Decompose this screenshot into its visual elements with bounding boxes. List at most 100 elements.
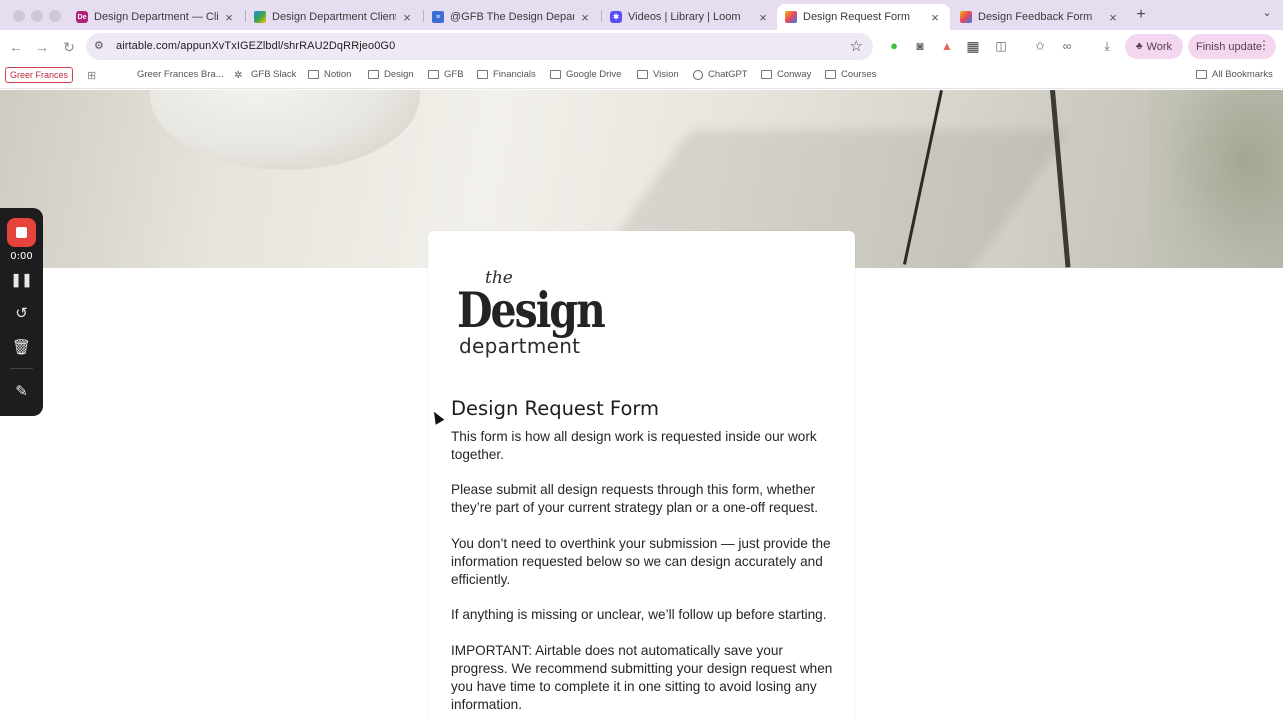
close-window-dot[interactable] <box>13 10 25 22</box>
bookmark-greer-frances-brand[interactable]: MGreer Frances Bra... <box>120 69 585 348</box>
folder-icon <box>477 70 488 79</box>
stop-recording-button[interactable] <box>7 218 36 247</box>
reading-list-icon[interactable]: ✩ <box>1033 39 1047 53</box>
bookmark-vision[interactable]: Vision <box>637 69 679 80</box>
close-icon[interactable]: × <box>578 10 592 25</box>
tab-loom-library[interactable]: ✱ Videos | Library | Loom × <box>602 4 778 30</box>
new-tab-icon[interactable]: + <box>1131 5 1151 25</box>
form-title: Design Request Form <box>451 397 660 420</box>
folder-icon <box>825 70 836 79</box>
bookmark-star-icon[interactable]: ☆ <box>850 37 863 55</box>
all-bookmarks[interactable]: All Bookmarks <box>1196 69 1273 80</box>
download-icon[interactable]: ⤓ <box>1100 39 1114 53</box>
loom-recorder-controls: 0:00 ❚❚ ↺ 🗑 ✎ <box>0 208 43 416</box>
bookmark-label: GFB Slack <box>251 69 297 80</box>
logo-department: department <box>459 334 581 358</box>
form-description-paragraph: This form is how all design work is requ… <box>451 429 817 462</box>
browser-toolbar: ← → ↻ ⚙ airtable.com/appunXvTxIGEZlbdl/s… <box>0 30 1283 63</box>
address-bar[interactable]: ⚙ airtable.com/appunXvTxIGEZlbdl/shrRAU2… <box>86 33 873 60</box>
bookmark-chatgpt[interactable]: ChatGPT <box>693 69 748 80</box>
adobe-icon: De <box>76 11 88 23</box>
recording-timer: 0:00 <box>10 251 33 262</box>
bookmark-gfb-slack[interactable]: ✲ GFB Slack <box>234 69 297 81</box>
bookmark-gfb[interactable]: GFB <box>428 69 464 80</box>
folder-icon <box>637 70 648 79</box>
update-label: Finish update <box>1196 40 1263 53</box>
tab-title: Design Feedback Form <box>978 11 1093 23</box>
folder-icon <box>1196 70 1207 79</box>
pause-icon[interactable]: ❚❚ <box>0 271 43 289</box>
folder-icon <box>308 70 319 79</box>
zoom-window-dot[interactable] <box>49 10 61 22</box>
docs-icon: ≡ <box>432 11 444 23</box>
airtable-icon <box>785 11 797 23</box>
extension-play-icon[interactable]: ● <box>887 39 901 53</box>
bookmark-label: ChatGPT <box>708 69 748 80</box>
restart-icon[interactable]: ↺ <box>0 305 43 323</box>
back-icon[interactable]: ← <box>7 38 25 56</box>
tab-design-feedback-form[interactable]: Design Feedback Form × <box>952 4 1128 30</box>
form-description-paragraph: Please submit all design requests throug… <box>451 482 818 515</box>
logo-design: Design <box>457 282 606 339</box>
apps-icon[interactable]: ⊞ <box>87 69 96 82</box>
forward-icon[interactable]: → <box>33 38 51 56</box>
profile-avatar-icon: ♣ <box>1135 41 1143 52</box>
bookmark-google-drive[interactable]: Google Drive <box>550 69 621 80</box>
bookmark-label: Google Drive <box>566 69 622 80</box>
bookmark-greer-frances[interactable]: Greer Frances <box>5 67 74 83</box>
form-description-paragraph: You don’t need to overthink your submiss… <box>451 536 831 587</box>
bookmark-label: Notion <box>324 69 352 80</box>
bookmark-label: Greer Frances Bra... <box>137 69 224 80</box>
airtable-icon <box>960 11 972 23</box>
bookmark-design[interactable]: Design <box>368 69 414 80</box>
close-icon[interactable]: × <box>756 10 770 25</box>
profile-label: Work <box>1146 40 1173 53</box>
tab-title: Videos | Library | Loom <box>628 11 741 23</box>
bookmark-label: Courses <box>841 69 877 80</box>
link-icon[interactable]: ∞ <box>1060 39 1074 53</box>
bookmark-label: Design <box>384 69 414 80</box>
tab-design-department-client-re[interactable]: Design Department Client Re × <box>246 4 422 30</box>
finish-update-button[interactable]: Finish update ⋮ <box>1188 34 1276 59</box>
tab-title: Design Department — Client <box>94 11 218 23</box>
tab-design-department-client[interactable]: De Design Department — Client × <box>68 4 244 30</box>
folder-icon <box>428 70 439 79</box>
tab-gfb-design-department[interactable]: ≡ @GFB The Design Departmen × <box>424 4 600 30</box>
tab-title: Design Department Client Re <box>272 11 396 23</box>
close-icon[interactable]: × <box>222 10 236 25</box>
cover-plant <box>1150 90 1283 268</box>
puzzle-icon[interactable]: ◫ <box>994 39 1008 53</box>
apps-grid-icon[interactable]: ▦ <box>966 39 980 53</box>
bookmark-notion[interactable]: Notion <box>308 69 351 80</box>
bookmark-conway[interactable]: Conway <box>761 69 811 80</box>
tab-strip: De Design Department — Client × Design D… <box>0 0 1283 30</box>
loom-icon: ✱ <box>610 11 622 23</box>
tab-title: Design Request Form <box>803 11 910 23</box>
folder-icon <box>550 70 561 79</box>
form-important-notice: IMPORTANT: Airtable does not automatical… <box>451 643 833 712</box>
site-settings-icon[interactable]: ⚙ <box>94 39 104 52</box>
tab-design-request-form[interactable]: Design Request Form × <box>777 4 950 30</box>
pen-icon[interactable]: ✎ <box>0 383 43 401</box>
camera-icon[interactable]: ◙ <box>913 39 927 53</box>
cover-stand-right <box>1050 90 1071 268</box>
bookmark-courses[interactable]: Courses <box>825 69 876 80</box>
drive-icon <box>254 11 266 23</box>
trash-icon[interactable]: 🗑 <box>0 339 43 357</box>
chevron-down-icon[interactable]: ⌄ <box>1259 6 1275 22</box>
close-icon[interactable]: × <box>1106 10 1120 25</box>
reload-icon[interactable]: ↻ <box>60 38 78 56</box>
more-vert-icon[interactable]: ⋮ <box>1258 38 1270 52</box>
bookmark-label: GFB <box>444 69 464 80</box>
profile-button[interactable]: ♣ Work <box>1125 34 1183 59</box>
bookmark-financials[interactable]: Financials <box>477 69 536 80</box>
url-text: airtable.com/appunXvTxIGEZlbdl/shrRAU2Dq… <box>116 40 396 52</box>
close-icon[interactable]: × <box>400 10 414 25</box>
bookmarks-bar: Greer Frances ⊞ MGreer Frances Bra... ✲ G… <box>0 63 1283 348</box>
close-icon[interactable]: × <box>928 10 942 25</box>
folder-icon <box>368 70 379 79</box>
design-department-logo: the Design department <box>457 268 606 360</box>
minimize-window-dot[interactable] <box>31 10 43 22</box>
extension-icon[interactable]: ▲ <box>940 39 954 53</box>
slack-icon: ✲ <box>234 70 243 81</box>
